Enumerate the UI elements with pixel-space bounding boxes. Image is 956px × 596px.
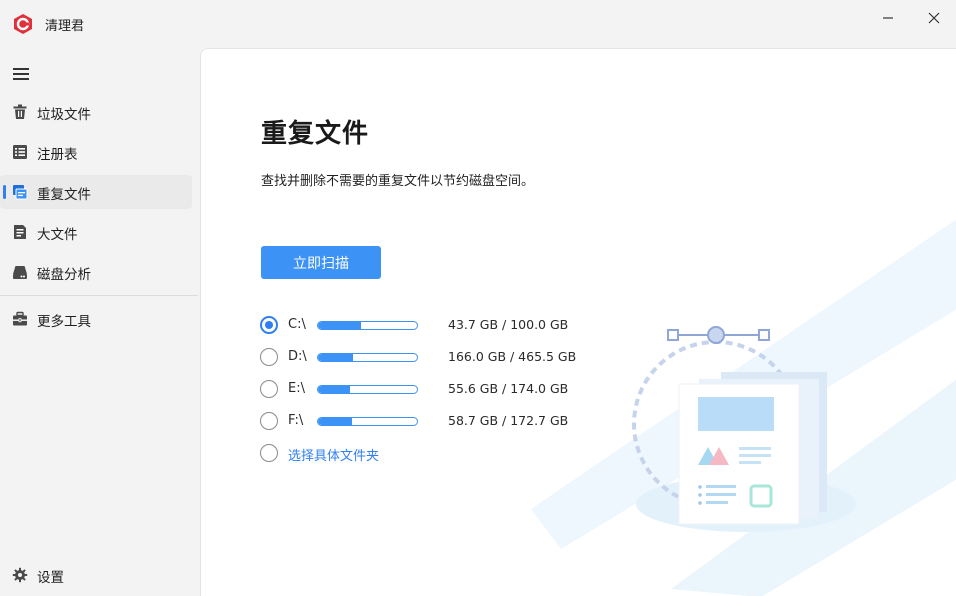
sidebar-item-label: 磁盘分析 xyxy=(37,267,91,283)
sidebar-item-settings[interactable]: 设置 xyxy=(0,558,192,592)
sidebar-item-label: 重复文件 xyxy=(37,187,91,203)
sidebar-item-large-files[interactable]: 大文件 xyxy=(0,215,192,249)
toolbox-icon xyxy=(13,311,27,326)
drive-name: C:\ xyxy=(288,317,306,332)
sidebar-item-label: 垃圾文件 xyxy=(37,107,91,123)
title-bar: 清理君 xyxy=(0,0,956,48)
drive-size: 166.0 GB / 465.5 GB xyxy=(448,349,577,364)
drive-size: 58.7 GB / 172.7 GB xyxy=(448,413,569,428)
document-icon xyxy=(14,225,26,239)
drive-name: F:\ xyxy=(288,413,304,428)
active-indicator xyxy=(3,185,6,199)
drive-size: 55.6 GB / 174.0 GB xyxy=(448,381,569,396)
sidebar-item-label: 更多工具 xyxy=(37,314,91,330)
hamburger-icon xyxy=(13,68,29,70)
sidebar-item-label: 设置 xyxy=(37,570,64,586)
drive-radio[interactable] xyxy=(260,348,278,366)
drive-usage-bar xyxy=(317,385,418,394)
scan-now-button[interactable]: 立即扫描 xyxy=(261,246,381,279)
folder-radio[interactable] xyxy=(260,444,278,462)
minimize-button[interactable] xyxy=(874,6,902,30)
drive-radio[interactable] xyxy=(260,412,278,430)
drive-option-e[interactable]: E:\ 55.6 GB / 174.0 GB xyxy=(260,378,620,400)
sidebar-divider xyxy=(0,295,198,296)
sidebar-item-label: 注册表 xyxy=(37,147,78,163)
page-description: 查找并删除不需要的重复文件以节约磁盘空间。 xyxy=(261,174,535,189)
folder-option[interactable]: 选择具体文件夹 xyxy=(260,442,620,464)
drive-option-c[interactable]: C:\ 43.7 GB / 100.0 GB xyxy=(260,314,620,336)
sidebar-item-disk-analysis[interactable]: 磁盘分析 xyxy=(0,255,192,289)
main-panel: 重复文件 查找并删除不需要的重复文件以节约磁盘空间。 立即扫描 C:\ 43.7… xyxy=(200,48,956,596)
drive-size: 43.7 GB / 100.0 GB xyxy=(448,317,569,332)
drive-radio[interactable] xyxy=(260,316,278,334)
app-window: 清理君 垃圾文件 注册表 重复文件 大文件 磁盘分析 更多工具 设置 重复文件 … xyxy=(0,0,956,596)
drive-usage-bar xyxy=(317,417,418,426)
drive-usage-bar xyxy=(317,321,418,330)
drive-usage-bar xyxy=(317,353,418,362)
choose-folder-link[interactable]: 选择具体文件夹 xyxy=(288,445,379,464)
sidebar: 垃圾文件 注册表 重复文件 大文件 磁盘分析 更多工具 设置 xyxy=(0,48,200,596)
sidebar-item-label: 大文件 xyxy=(37,227,78,243)
minimize-icon xyxy=(883,17,893,19)
sidebar-item-more-tools[interactable]: 更多工具 xyxy=(0,302,192,336)
gear-icon xyxy=(12,567,28,583)
disk-drive-icon xyxy=(13,266,27,279)
trash-icon xyxy=(13,104,27,119)
sidebar-item-duplicate-files[interactable]: 重复文件 xyxy=(0,175,192,209)
page-title: 重复文件 xyxy=(261,119,370,149)
sidebar-item-registry[interactable]: 注册表 xyxy=(0,135,192,169)
close-button[interactable] xyxy=(920,6,948,30)
list-icon xyxy=(13,145,27,159)
menu-toggle-button[interactable] xyxy=(13,68,31,82)
app-logo-icon xyxy=(14,14,32,34)
sidebar-item-junk-files[interactable]: 垃圾文件 xyxy=(0,95,192,129)
duplicate-files-icon xyxy=(13,185,28,200)
drive-name: E:\ xyxy=(288,381,305,396)
drive-name: D:\ xyxy=(288,349,307,364)
drive-radio[interactable] xyxy=(260,380,278,398)
app-title: 清理君 xyxy=(45,19,85,34)
drive-option-f[interactable]: F:\ 58.7 GB / 172.7 GB xyxy=(260,410,620,432)
drive-option-d[interactable]: D:\ 166.0 GB / 465.5 GB xyxy=(260,346,620,368)
close-icon xyxy=(928,12,940,24)
